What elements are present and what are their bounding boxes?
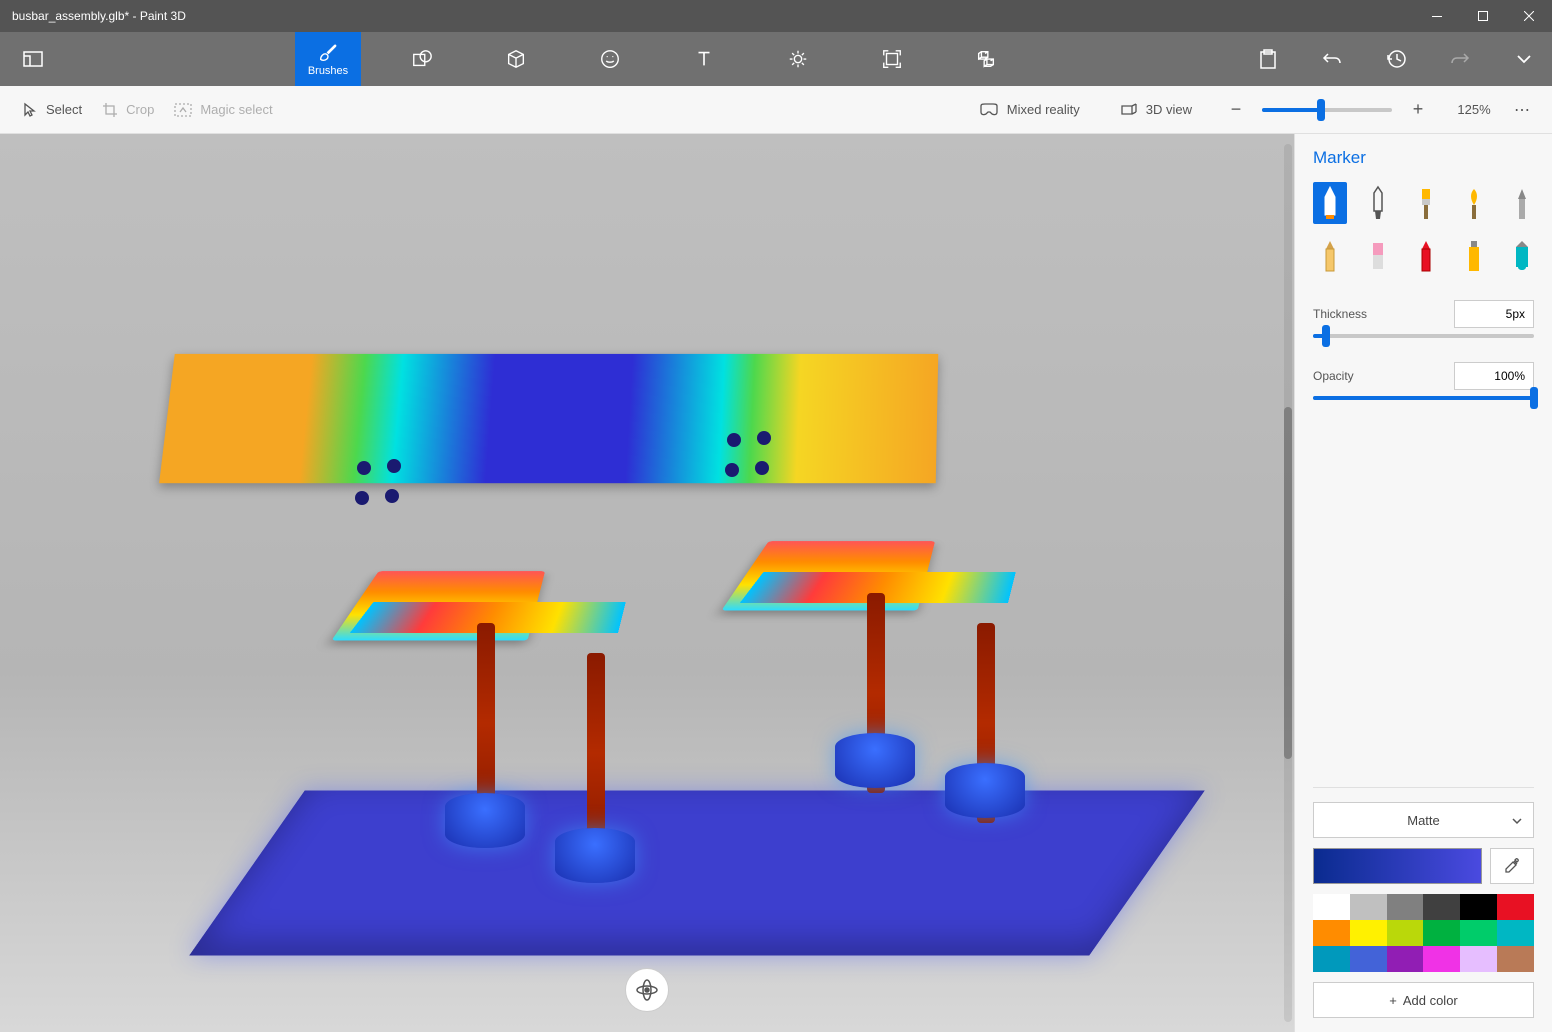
color-swatch[interactable] — [1387, 894, 1424, 920]
menu-button[interactable] — [13, 39, 53, 79]
tab-canvas[interactable] — [859, 32, 925, 86]
brush-marker[interactable] — [1313, 182, 1347, 224]
color-swatch[interactable] — [1387, 920, 1424, 946]
zoom-in-button[interactable]: + — [1404, 96, 1432, 124]
thickness-slider[interactable] — [1313, 334, 1534, 338]
redo-button[interactable] — [1440, 39, 1480, 79]
titlebar: busbar_assembly.glb* - Paint 3D — [0, 0, 1552, 32]
minimize-button[interactable] — [1414, 0, 1460, 32]
canvas-3d-model[interactable] — [0, 134, 1294, 1032]
zoom-out-button[interactable]: − — [1222, 96, 1250, 124]
color-swatch[interactable] — [1497, 894, 1534, 920]
maximize-button[interactable] — [1460, 0, 1506, 32]
brush-spray[interactable] — [1457, 234, 1491, 276]
tab-brushes[interactable]: Brushes — [295, 32, 361, 86]
brush-calligraphy[interactable] — [1361, 182, 1395, 224]
color-swatch[interactable] — [1350, 894, 1387, 920]
window-title: busbar_assembly.glb* - Paint 3D — [0, 9, 1414, 23]
eyedropper-button[interactable] — [1490, 848, 1534, 884]
thickness-label: Thickness — [1313, 307, 1367, 321]
color-swatch[interactable] — [1460, 894, 1497, 920]
crop-tool: Crop — [92, 96, 164, 124]
color-swatch[interactable] — [1460, 920, 1497, 946]
add-color-button[interactable]: + Add color — [1313, 982, 1534, 1018]
color-swatch[interactable] — [1313, 894, 1350, 920]
magic-select-label: Magic select — [200, 102, 272, 117]
tab-2d-shapes[interactable] — [389, 32, 455, 86]
color-swatch[interactable] — [1350, 920, 1387, 946]
zoom-percentage[interactable]: 125% — [1444, 102, 1504, 117]
plus-icon: + — [1389, 993, 1397, 1008]
tab-effects[interactable] — [765, 32, 831, 86]
main: Marker Thickness Opacity — [0, 134, 1552, 1032]
tab-3d-shapes[interactable] — [483, 32, 549, 86]
color-swatches — [1313, 894, 1534, 972]
undo-button[interactable] — [1312, 39, 1352, 79]
color-swatch[interactable] — [1497, 920, 1534, 946]
canvas-scrollbar[interactable] — [1284, 144, 1292, 1022]
toolbar: Select Crop Magic select Mixed reality 3… — [0, 86, 1552, 134]
select-label: Select — [46, 102, 82, 117]
3d-view-label: 3D view — [1146, 102, 1192, 117]
tab-text[interactable] — [671, 32, 737, 86]
opacity-slider[interactable] — [1313, 396, 1534, 400]
color-swatch[interactable] — [1387, 946, 1424, 972]
color-swatch[interactable] — [1350, 946, 1387, 972]
brush-grid — [1313, 182, 1534, 276]
material-label: Matte — [1407, 813, 1440, 828]
crop-label: Crop — [126, 102, 154, 117]
paste-button[interactable] — [1248, 39, 1288, 79]
color-swatch[interactable] — [1313, 946, 1350, 972]
zoom-slider[interactable] — [1262, 108, 1392, 112]
ribbon: Brushes — [0, 32, 1552, 86]
side-panel: Marker Thickness Opacity — [1294, 134, 1552, 1032]
opacity-input[interactable] — [1454, 362, 1534, 390]
mixed-reality-label: Mixed reality — [1007, 102, 1080, 117]
magic-select-tool: Magic select — [164, 96, 282, 123]
brush-crayon[interactable] — [1409, 234, 1443, 276]
color-swatch[interactable] — [1423, 920, 1460, 946]
material-select[interactable]: Matte — [1313, 802, 1534, 838]
add-color-label: Add color — [1403, 993, 1458, 1008]
zoom-controls: − + 125% — [1222, 96, 1504, 124]
brush-pencil[interactable] — [1313, 234, 1347, 276]
brush-oil[interactable] — [1409, 182, 1443, 224]
brush-eraser[interactable] — [1361, 234, 1395, 276]
color-swatch[interactable] — [1423, 946, 1460, 972]
color-swatch[interactable] — [1497, 946, 1534, 972]
more-button[interactable]: ⋯ — [1504, 92, 1540, 128]
select-tool[interactable]: Select — [12, 96, 92, 124]
tab-brushes-label: Brushes — [308, 65, 348, 77]
rotate-3d-icon[interactable] — [625, 968, 669, 1012]
brush-watercolor[interactable] — [1457, 182, 1491, 224]
mixed-reality-button[interactable]: Mixed reality — [969, 96, 1090, 123]
tab-3d-library[interactable] — [953, 32, 1019, 86]
tab-stickers[interactable] — [577, 32, 643, 86]
thickness-input[interactable] — [1454, 300, 1534, 328]
close-button[interactable] — [1506, 0, 1552, 32]
opacity-label: Opacity — [1313, 369, 1354, 383]
canvas-area[interactable] — [0, 134, 1294, 1032]
current-color[interactable] — [1313, 848, 1482, 884]
color-swatch[interactable] — [1460, 946, 1497, 972]
panel-title: Marker — [1313, 148, 1534, 168]
expand-button[interactable] — [1504, 39, 1544, 79]
color-swatch[interactable] — [1313, 920, 1350, 946]
3d-view-button[interactable]: 3D view — [1110, 96, 1202, 123]
chevron-down-icon — [1511, 813, 1523, 828]
brush-fill[interactable] — [1505, 234, 1539, 276]
brush-pixel[interactable] — [1505, 182, 1539, 224]
history-button[interactable] — [1376, 39, 1416, 79]
color-swatch[interactable] — [1423, 894, 1460, 920]
